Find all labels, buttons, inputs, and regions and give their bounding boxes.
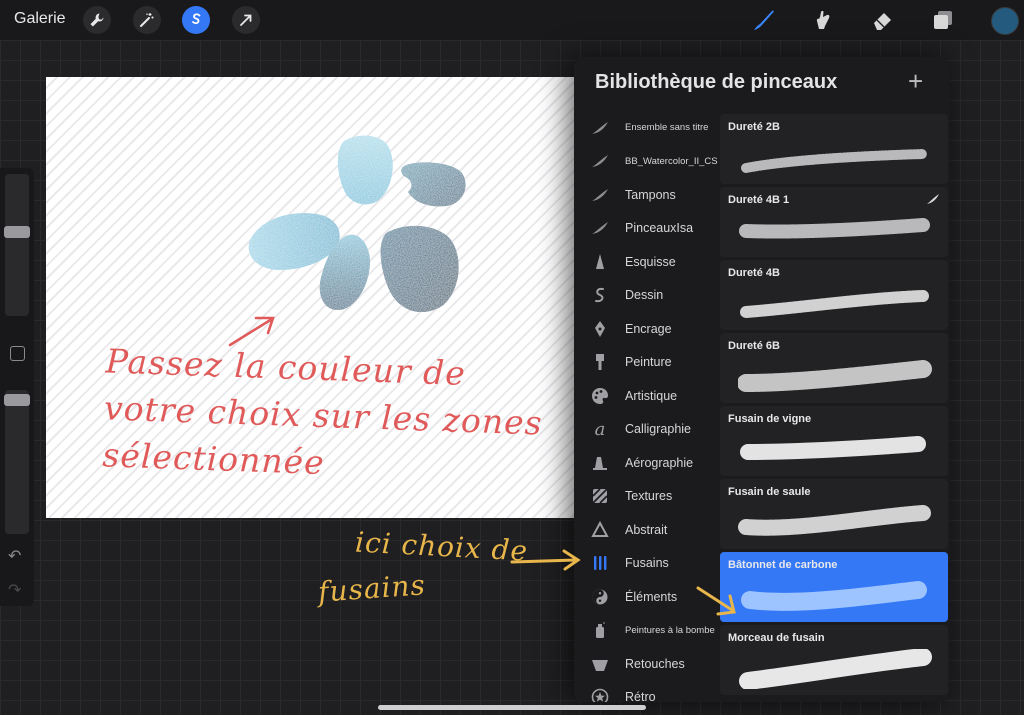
home-indicator[interactable] — [378, 705, 646, 710]
paintbrush-icon — [590, 352, 610, 372]
texture-icon — [590, 486, 610, 506]
star-badge-icon — [590, 687, 610, 702]
magic-wand-icon[interactable] — [133, 6, 161, 34]
brush-stroke-preview — [741, 149, 928, 173]
redo-icon[interactable]: ↷ — [8, 580, 21, 600]
pencil-tip-icon — [590, 252, 610, 272]
brush-set-item[interactable]: Textures — [574, 480, 720, 514]
brush-stroke-preview — [741, 581, 927, 611]
airbrush-icon — [590, 453, 610, 473]
opacity-slider[interactable] — [5, 390, 29, 534]
imported-feather-icon — [927, 194, 939, 204]
red-annotation: Passez la couleur de votre choix sur les… — [102, 337, 545, 493]
layers-icon[interactable] — [929, 6, 957, 34]
triangle-icon — [590, 520, 610, 540]
spray-can-icon — [590, 620, 610, 640]
brush-set-item[interactable]: Esquisse — [574, 245, 720, 279]
brush-set-item[interactable]: Retouches — [574, 647, 720, 681]
brush-stroke-preview — [738, 360, 932, 392]
brush-stroke-preview — [739, 649, 932, 689]
brush-list: Dureté 2B Dureté 4B 1 Dureté 4B Dureté 6… — [720, 114, 948, 698]
brush-card-selected[interactable]: Bâtonnet de carbone — [720, 552, 948, 622]
arrow-cursor-icon[interactable] — [232, 6, 260, 34]
brush-card[interactable]: Dureté 4B — [720, 260, 948, 330]
brush-stroke-preview — [740, 290, 929, 318]
brush-set-item[interactable]: Encrage — [574, 312, 720, 346]
brush-set-item[interactable]: Tampons — [574, 178, 720, 212]
brush-set-item[interactable]: Artistique — [574, 379, 720, 413]
brush-card[interactable]: Dureté 6B — [720, 333, 948, 403]
brush-card[interactable]: Dureté 2B — [720, 114, 948, 184]
brush-set-item[interactable]: BB_Watercolor_II_CS — [574, 145, 720, 179]
brush-set-item[interactable]: Abstrait — [574, 513, 720, 547]
gallery-button[interactable]: Galerie — [14, 10, 66, 28]
charcoal-bars-icon — [590, 553, 610, 573]
brush-set-item[interactable]: PinceauxIsa — [574, 212, 720, 246]
brush-stroke-preview — [740, 436, 926, 460]
brush-stroke-preview — [739, 218, 930, 239]
smudge-finger-icon[interactable] — [810, 6, 838, 34]
feather-icon — [590, 218, 610, 238]
top-toolbar: Galerie — [0, 0, 1024, 40]
brush-icon[interactable] — [750, 6, 778, 34]
feather-icon — [590, 118, 610, 138]
brush-card[interactable]: Morceau de fusain — [720, 625, 948, 695]
feather-icon — [590, 185, 610, 205]
brush-size-slider[interactable] — [5, 174, 29, 316]
wrench-icon[interactable] — [83, 6, 111, 34]
pen-nib-icon — [590, 319, 610, 339]
eraser-icon[interactable] — [869, 6, 897, 34]
feather-icon — [590, 151, 610, 171]
brush-stroke-preview — [738, 505, 931, 536]
yellow-arrow-icon — [510, 549, 581, 571]
brush-library-panel: Bibliothèque de pinceaux + Ensemble sans… — [574, 57, 950, 702]
left-sidebar: ↶ ↷ — [0, 168, 34, 606]
brush-card[interactable]: Dureté 4B 1 — [720, 187, 948, 257]
yellow-annotation-line-1: ici choix de — [354, 525, 529, 568]
yin-yang-icon — [590, 587, 610, 607]
yellow-arrow-down-icon — [696, 586, 736, 616]
brush-set-item[interactable]: a Calligraphie — [574, 413, 720, 447]
brush-set-item[interactable]: Peinture — [574, 346, 720, 380]
brush-set-item-fusains[interactable]: Fusains — [574, 547, 720, 581]
brush-set-item[interactable]: Ensemble sans titre — [574, 111, 720, 145]
yellow-annotation-line-2: fusains — [316, 568, 427, 609]
brush-card[interactable]: Fusain de vigne — [720, 406, 948, 476]
brush-set-item[interactable]: Aérographie — [574, 446, 720, 480]
brush-card[interactable]: Fusain de saule — [720, 479, 948, 549]
brush-size-thumb[interactable] — [4, 226, 30, 238]
bowl-icon — [590, 654, 610, 674]
selection-s-icon[interactable] — [182, 6, 210, 34]
painted-shapes — [248, 135, 466, 312]
calligraphy-a-icon: a — [594, 418, 606, 440]
brush-set-item[interactable]: Rétro — [574, 681, 720, 702]
opacity-thumb[interactable] — [4, 394, 30, 406]
squiggle-icon — [590, 285, 610, 305]
panel-title: Bibliothèque de pinceaux — [595, 71, 838, 93]
palette-icon — [590, 386, 610, 406]
color-well[interactable] — [991, 7, 1019, 35]
add-brush-button[interactable]: + — [908, 66, 923, 97]
modify-button[interactable] — [10, 346, 25, 361]
undo-icon[interactable]: ↶ — [8, 546, 21, 566]
brush-set-item[interactable]: Dessin — [574, 279, 720, 313]
